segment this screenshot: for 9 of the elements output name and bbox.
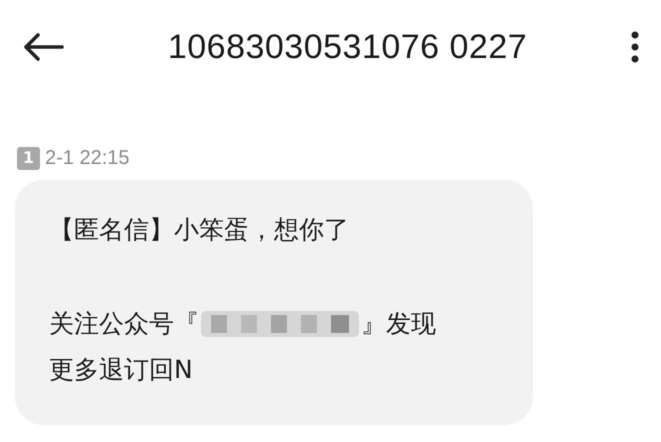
message-text: 更多退订回N [49,355,193,384]
sim-badge: 1 [17,146,40,170]
message-text: 关注公众号『 [49,308,199,340]
back-icon[interactable] [22,32,64,62]
message-time: 2-1 22:15 [45,146,130,171]
sender-number: 10683030531076 0227 [168,26,528,68]
message-text: 』发现 [361,308,436,340]
more-options-icon[interactable] [631,31,639,63]
message-text: 【匿名信】小笨蛋，想你了 [49,215,349,244]
